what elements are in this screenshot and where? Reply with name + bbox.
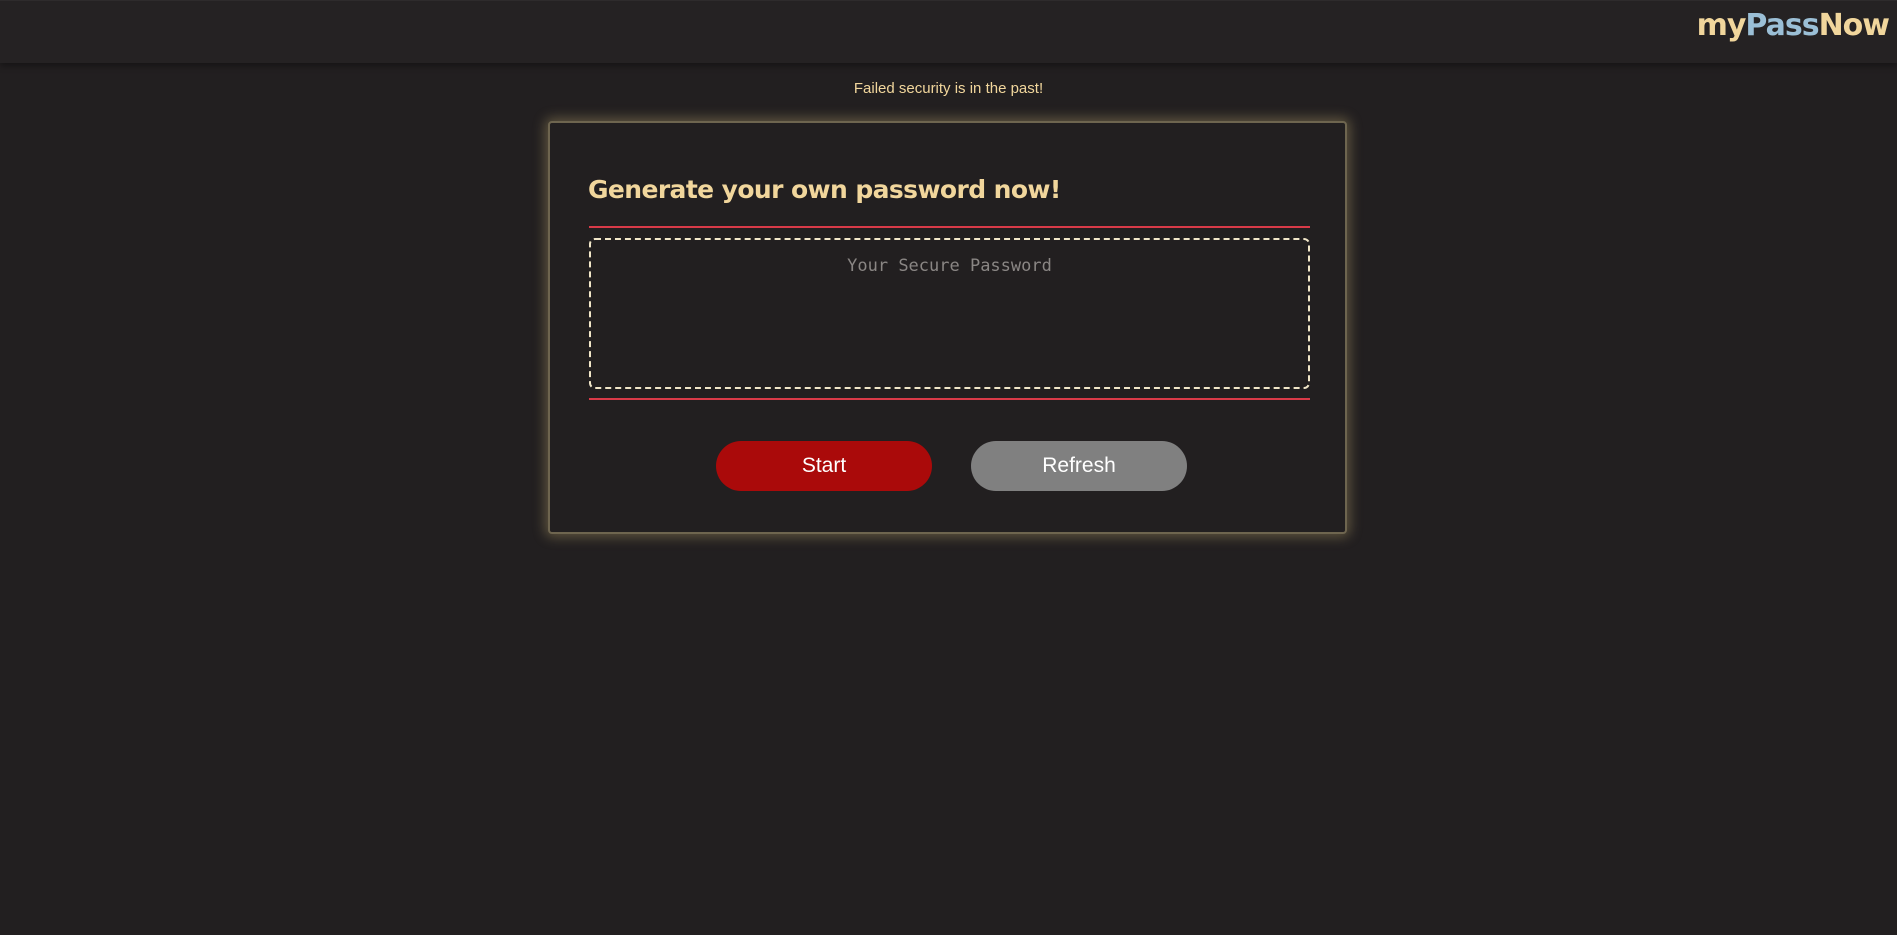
divider-bottom (589, 398, 1310, 400)
divider-top (589, 226, 1310, 228)
tagline: Failed security is in the past! (853, 80, 1044, 97)
refresh-button[interactable]: Refresh (971, 441, 1187, 491)
site-logo[interactable]: myPassNow (1696, 8, 1890, 43)
logo-text-pass: Pass (1745, 8, 1819, 43)
logo-text-my: my (1696, 8, 1747, 43)
start-button[interactable]: Start (716, 441, 932, 491)
password-generator-card: Generate your own password now! Start Re… (548, 121, 1347, 534)
password-output[interactable] (589, 238, 1310, 389)
logo-text-now: Now (1818, 8, 1890, 43)
top-nav-bar: myPassNow (0, 0, 1897, 63)
card-title: Generate your own password now! (588, 175, 1061, 204)
